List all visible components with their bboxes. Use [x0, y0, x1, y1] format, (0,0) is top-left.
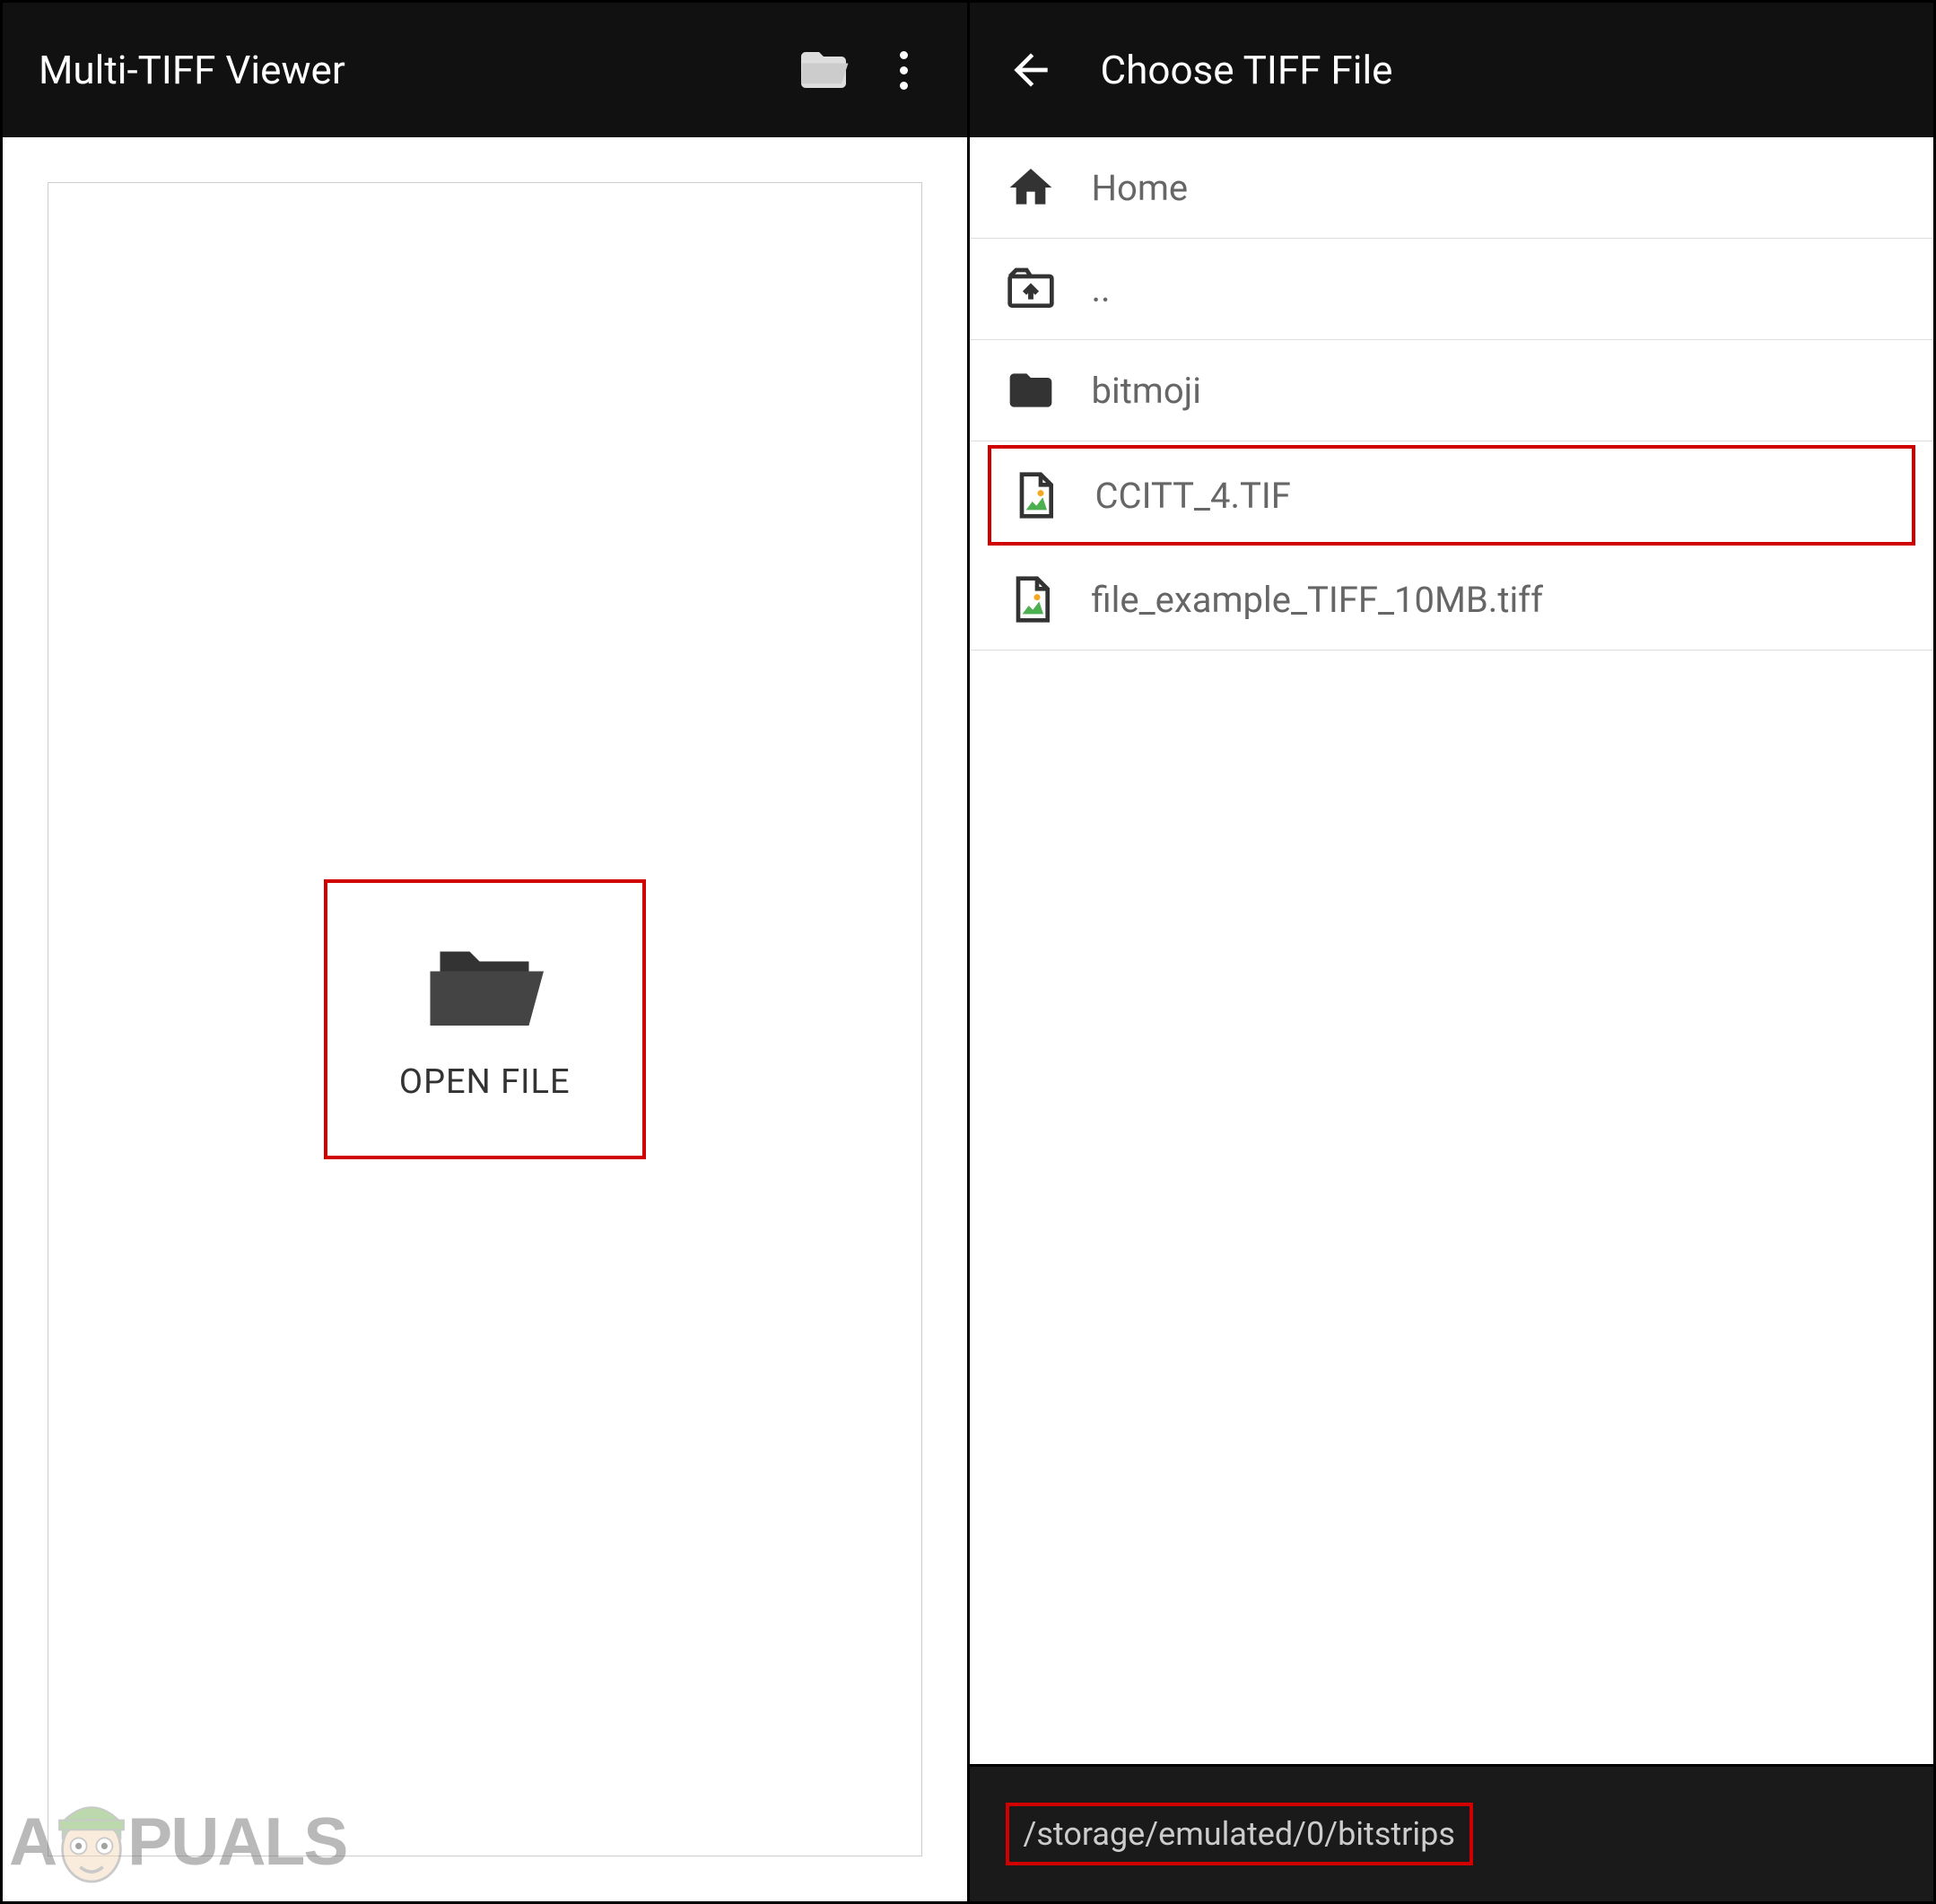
image-file-icon — [1009, 470, 1060, 520]
app-title: Multi-TIFF Viewer — [39, 47, 770, 93]
open-file-label: OPEN FILE — [399, 1062, 571, 1102]
back-button[interactable] — [1006, 45, 1056, 95]
list-item-label: CCITT_4.TIF — [1095, 475, 1291, 517]
current-path: /storage/emulated/0/bitstrips — [1006, 1803, 1473, 1865]
list-item-file-example[interactable]: file_example_TIFF_10MB.tiff — [970, 549, 1934, 651]
file-chooser-content: Home .. — [970, 137, 1934, 1901]
list-item-label: .. — [1092, 268, 1111, 310]
folder-open-icon[interactable] — [797, 43, 850, 97]
watermark: A PUALS — [9, 1792, 346, 1891]
list-item-folder-bitmoji[interactable]: bitmoji — [970, 340, 1934, 441]
left-pane: Multi-TIFF Viewer OPEN FILE — [3, 3, 970, 1901]
left-header: Multi-TIFF Viewer — [3, 3, 967, 137]
watermark-prefix: A — [9, 1803, 56, 1880]
list-item-label: file_example_TIFF_10MB.tiff — [1092, 579, 1543, 621]
left-content-area: OPEN FILE — [48, 182, 922, 1856]
arrow-left-icon — [1006, 45, 1056, 95]
right-pane: Choose TIFF File Home — [970, 3, 1934, 1901]
more-icon[interactable] — [877, 43, 931, 97]
watermark-face-icon — [51, 1792, 132, 1891]
list-item-label: bitmoji — [1092, 370, 1201, 412]
right-header: Choose TIFF File — [970, 3, 1934, 137]
list-item-parent[interactable]: .. — [970, 239, 1934, 340]
list-item-file-ccitt[interactable]: CCITT_4.TIF — [988, 445, 1916, 546]
list-item-label: Home — [1092, 167, 1189, 209]
home-icon — [1006, 162, 1056, 213]
folder-icon — [422, 937, 547, 1035]
list-item-home[interactable]: Home — [970, 137, 1934, 239]
open-file-button[interactable]: OPEN FILE — [324, 879, 646, 1159]
watermark-suffix: PUALS — [127, 1803, 346, 1880]
image-file-icon — [1006, 574, 1056, 624]
folder-icon — [1006, 365, 1056, 415]
chooser-title: Choose TIFF File — [1101, 47, 1898, 93]
folder-up-icon — [1006, 264, 1056, 314]
file-list: Home .. — [970, 137, 1934, 1764]
path-bar: /storage/emulated/0/bitstrips — [970, 1764, 1934, 1901]
